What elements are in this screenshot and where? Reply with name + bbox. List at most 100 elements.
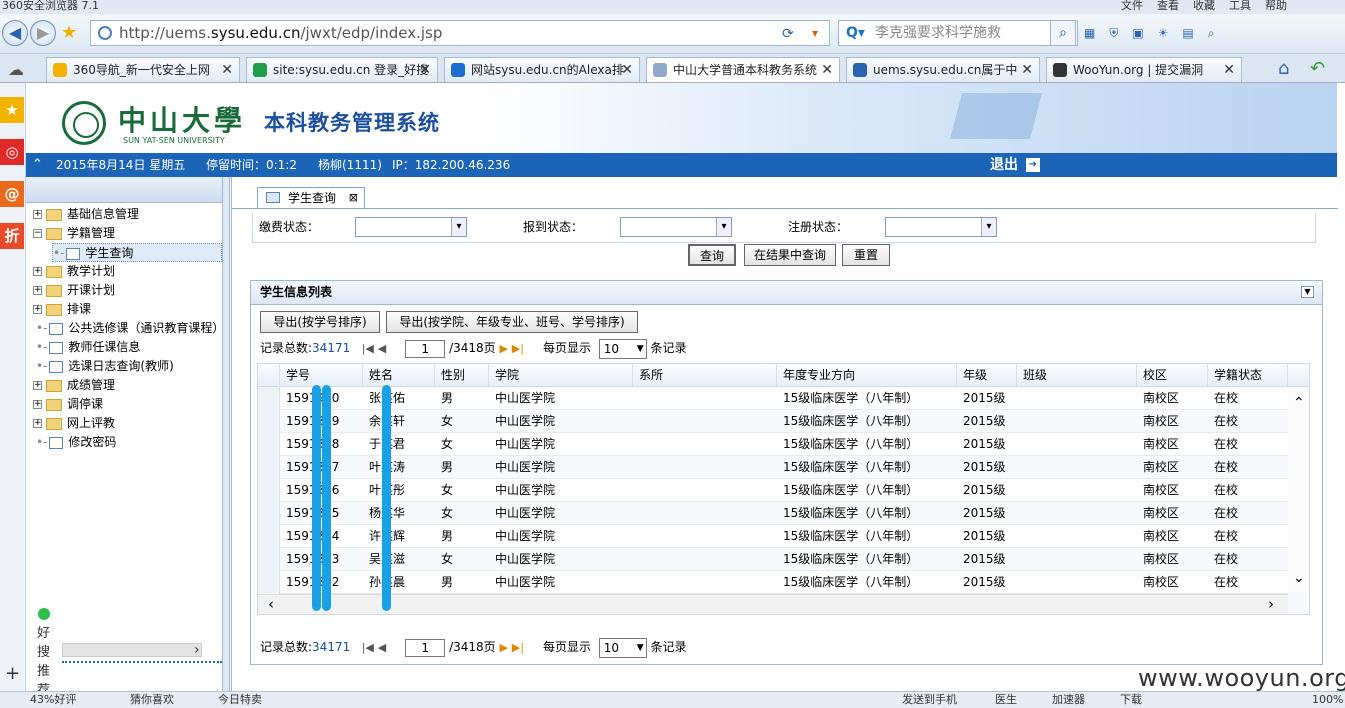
per-page-select[interactable]: 10 bbox=[598, 637, 647, 658]
table-row[interactable]: 1591897叶某涛男中山医学院15级临床医学（八年制）2015级南校区在校 bbox=[258, 456, 1309, 479]
menu-help[interactable]: 帮助 bbox=[1265, 0, 1287, 13]
page-input[interactable]: 1 bbox=[405, 339, 446, 358]
browser-tab[interactable]: WooYun.org | 提交漏洞 ✕ bbox=[1046, 57, 1242, 82]
status-download[interactable]: 下载 bbox=[1120, 692, 1142, 708]
nav-item-teaching-plan[interactable]: + 教学计划 bbox=[33, 262, 115, 281]
expand-icon[interactable]: + bbox=[33, 210, 42, 219]
expand-icon[interactable]: + bbox=[33, 267, 42, 276]
menu-tools[interactable]: 工具 bbox=[1229, 0, 1251, 13]
nav-item-electives[interactable]: •- 公共选修课（通识教育课程） bbox=[36, 319, 224, 338]
export-by-college-button[interactable]: 导出(按学院、年级专业、班号、学号排序) bbox=[386, 311, 638, 333]
favorites-icon[interactable]: ★ bbox=[0, 97, 24, 123]
tab-close-icon[interactable]: ✕ bbox=[221, 58, 233, 82]
table-row[interactable]: 1591899余某轩女中山医学院15级临床医学（八年制）2015级南校区在校 bbox=[258, 410, 1309, 433]
col-header-status[interactable]: 学籍状态 bbox=[1208, 364, 1288, 387]
export-by-id-button[interactable]: 导出(按学号排序) bbox=[260, 311, 380, 333]
tab-student-query[interactable]: 学生查询 ⊠ bbox=[257, 187, 365, 209]
scroll-down-icon[interactable]: ⌄ bbox=[1293, 570, 1305, 586]
scroll-left-icon[interactable]: ‹ bbox=[268, 595, 274, 613]
prev-page-icon[interactable]: ◀ bbox=[378, 342, 386, 355]
nav-item-student-query[interactable]: •- 学生查询 bbox=[52, 243, 222, 262]
table-row[interactable]: 1591893吴某滋女中山医学院15级临床医学（八年制）2015级南校区在校 bbox=[258, 548, 1309, 571]
home-icon[interactable]: ⌂ bbox=[1278, 58, 1289, 79]
forward-icon[interactable]: ▶ bbox=[30, 20, 56, 46]
search-input[interactable]: 李克强要求科学施救 bbox=[838, 20, 1078, 46]
nav-item-scheduling[interactable]: + 排课 bbox=[33, 300, 91, 319]
menu-file[interactable]: 文件 bbox=[1121, 0, 1143, 13]
scroll-up-icon[interactable]: ⌃ bbox=[1293, 395, 1305, 411]
scroll-right-icon[interactable]: › bbox=[194, 642, 200, 658]
table-row[interactable]: 1591900张某佑男中山医学院15级临床医学（八年制）2015级南校区在校 bbox=[258, 387, 1309, 410]
tree-scrollbar[interactable] bbox=[62, 643, 202, 657]
grid-hscrollbar[interactable]: ‹ › bbox=[258, 594, 1288, 614]
table-row[interactable]: 1591894许某辉男中山医学院15级临床医学（八年制）2015级南校区在校 bbox=[258, 525, 1309, 548]
table-row[interactable]: 1591898于某君女中山医学院15级临床医学（八年制）2015级南校区在校 bbox=[258, 433, 1309, 456]
tab-close-icon[interactable]: ✕ bbox=[419, 58, 431, 82]
undo-icon[interactable]: ↶ bbox=[1310, 58, 1325, 79]
pane-splitter[interactable] bbox=[222, 177, 230, 691]
register-status-select[interactable] bbox=[885, 217, 997, 237]
last-page-icon[interactable]: ▶| bbox=[512, 342, 524, 355]
next-page-icon[interactable]: ▶ bbox=[499, 342, 507, 355]
report-status-select[interactable] bbox=[620, 217, 732, 237]
cloud-icon[interactable]: ☁ bbox=[8, 60, 24, 79]
next-page-icon[interactable]: ▶ bbox=[499, 641, 507, 654]
col-header-class[interactable]: 班级 bbox=[1017, 364, 1137, 387]
first-page-icon[interactable]: |◀ bbox=[362, 641, 374, 654]
browser-tab[interactable]: 网站sysu.edu.cn的Alexa排 ✕ bbox=[444, 57, 640, 82]
collapse-icon[interactable]: − bbox=[33, 229, 42, 238]
logout-button[interactable]: 退出 bbox=[990, 153, 1018, 177]
status-deals[interactable]: 今日特卖 bbox=[218, 692, 262, 708]
expand-icon[interactable]: + bbox=[33, 400, 42, 409]
browser-tab[interactable]: 360导航_新一代安全上网 ✕ bbox=[46, 57, 240, 82]
last-page-icon[interactable]: ▶| bbox=[512, 641, 524, 654]
query-button[interactable]: 查询 bbox=[688, 244, 736, 266]
expand-icon[interactable]: + bbox=[33, 286, 42, 295]
scroll-right-icon[interactable]: › bbox=[1268, 595, 1274, 613]
table-row[interactable]: 1591892孙某晨男中山医学院15级临床医学（八年制）2015级南校区在校 bbox=[258, 571, 1309, 594]
mail-icon[interactable]: @ bbox=[0, 181, 24, 207]
add-icon[interactable]: + bbox=[5, 663, 20, 684]
page-input[interactable]: 1 bbox=[405, 638, 446, 657]
table-row[interactable]: 1591895杨某华女中山医学院15级临床医学（八年制）2015级南校区在校 bbox=[258, 502, 1309, 525]
status-guess[interactable]: 猜你喜欢 bbox=[130, 692, 174, 708]
nav-item-grades[interactable]: + 成绩管理 bbox=[33, 376, 115, 395]
browser-tab[interactable]: uems.sysu.edu.cn属于中 ✕ bbox=[846, 57, 1040, 82]
col-header-major[interactable]: 年度专业方向 bbox=[777, 364, 957, 387]
search-button-icon[interactable]: ⌕ bbox=[1050, 20, 1076, 46]
col-header-grade[interactable]: 年级 bbox=[957, 364, 1017, 387]
tab-close-icon[interactable]: ✕ bbox=[1223, 58, 1235, 82]
status-rating[interactable]: 43%好评 bbox=[30, 692, 76, 708]
tab-close-icon[interactable]: ✕ bbox=[821, 58, 833, 82]
url-input[interactable]: http://uems.sysu.edu.cn/jwxt/edp/index.j… bbox=[90, 20, 830, 46]
status-doctor[interactable]: 医生 bbox=[995, 692, 1017, 708]
col-header-department[interactable]: 系所 bbox=[633, 364, 777, 387]
per-page-select[interactable]: 10 bbox=[598, 338, 647, 359]
menu-view[interactable]: 查看 bbox=[1157, 0, 1179, 13]
browser-tab-active[interactable]: 中山大学普通本科教务系统 ✕ bbox=[646, 57, 840, 82]
menu-favorites[interactable]: 收藏 bbox=[1193, 0, 1215, 13]
query-in-results-button[interactable]: 在结果中查询 bbox=[744, 244, 836, 266]
back-icon[interactable]: ◀ bbox=[2, 20, 28, 46]
star-icon[interactable]: ★ bbox=[61, 22, 77, 43]
col-header-gender[interactable]: 性别 bbox=[435, 364, 489, 387]
weibo-icon[interactable]: ◎ bbox=[0, 139, 24, 165]
discount-icon[interactable]: 折 bbox=[0, 223, 24, 249]
status-zoom[interactable]: 100% bbox=[1312, 692, 1343, 708]
collapse-icon[interactable]: ⌃ bbox=[32, 153, 43, 177]
nav-item-basic-info[interactable]: + 基础信息管理 bbox=[33, 205, 139, 224]
nav-item-evaluation[interactable]: + 网上评教 bbox=[33, 414, 115, 433]
nav-item-change-password[interactable]: •- 修改密码 bbox=[36, 433, 116, 452]
nav-item-course-plan[interactable]: + 开课计划 bbox=[33, 281, 115, 300]
col-header-college[interactable]: 学院 bbox=[489, 364, 633, 387]
col-header-student-id[interactable]: 学号 bbox=[280, 364, 363, 387]
prev-page-icon[interactable]: ◀ bbox=[378, 641, 386, 654]
browser-tab[interactable]: site:sysu.edu.cn 登录_好搜 ✕ bbox=[246, 57, 438, 82]
search-engine-icon[interactable]: Q▾ bbox=[846, 25, 865, 41]
expand-icon[interactable]: + bbox=[33, 419, 42, 428]
col-header-name[interactable]: 姓名 bbox=[363, 364, 435, 387]
logout-icon[interactable]: ➜ bbox=[1026, 158, 1040, 172]
toolbar-icons[interactable]: ▦⛨▣☀▤⌕ bbox=[1084, 26, 1229, 41]
collapse-panel-icon[interactable]: ▼ bbox=[1301, 286, 1314, 298]
dropdown-icon[interactable]: ▾ bbox=[812, 26, 818, 40]
